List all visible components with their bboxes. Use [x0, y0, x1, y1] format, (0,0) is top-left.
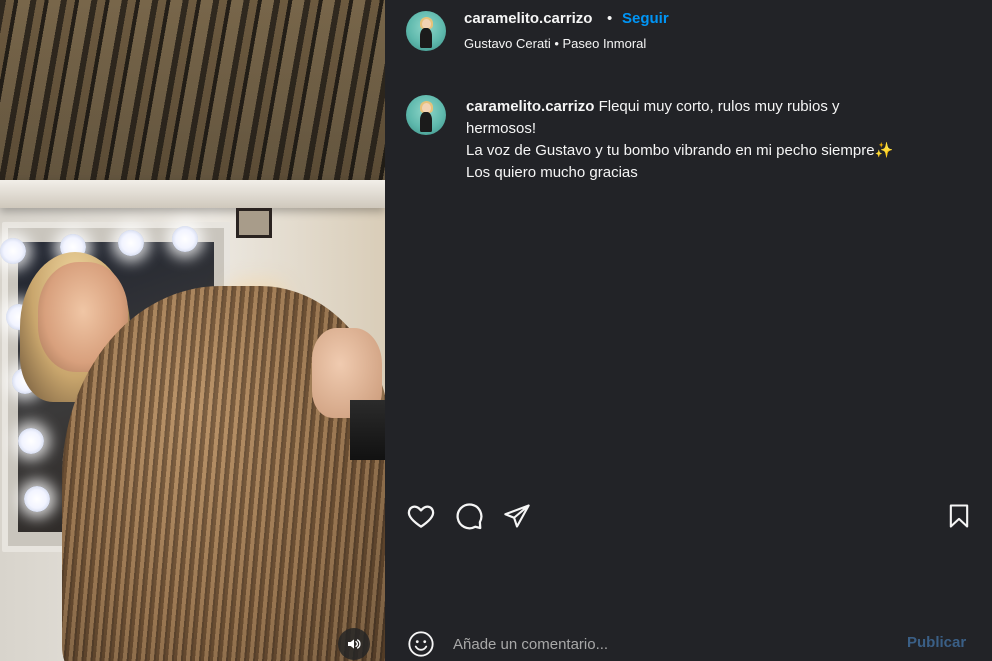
caption-username[interactable]: caramelito.carrizo — [466, 98, 594, 115]
header-username[interactable]: caramelito.carrizo — [464, 10, 592, 27]
mirror-bulb — [0, 238, 26, 264]
action-bar — [385, 496, 992, 536]
heart-icon — [407, 505, 435, 528]
volume-button[interactable] — [338, 628, 370, 660]
caption-text: caramelito.carrizo Flequi muy corto, rul… — [466, 96, 966, 184]
post-media[interactable] — [0, 0, 385, 661]
post-side-panel: caramelito.carrizo • Seguir Gustavo Cera… — [385, 0, 992, 661]
emoji-button[interactable] — [405, 628, 437, 660]
caption-line: Flequi muy corto, rulos muy rubios y — [598, 98, 840, 115]
audio-link[interactable]: Gustavo Cerati • Paseo Inmoral — [464, 36, 646, 51]
follow-button[interactable]: Seguir — [622, 10, 669, 27]
emoji-icon — [408, 631, 434, 657]
comment-bar: Publicar — [385, 624, 992, 661]
mirror-bulb — [24, 486, 50, 512]
comment-icon — [456, 503, 483, 530]
separator-dot: • — [607, 10, 613, 27]
avatar[interactable] — [406, 11, 446, 51]
picture-frame — [236, 208, 272, 238]
save-button[interactable] — [943, 500, 975, 532]
mirror-bulb — [118, 230, 144, 256]
mirror-bulb — [172, 226, 198, 252]
person-sleeve — [350, 400, 385, 460]
publish-button[interactable]: Publicar — [907, 634, 966, 651]
share-button[interactable] — [501, 500, 533, 532]
post-header: caramelito.carrizo • Seguir Gustavo Cera… — [385, 0, 992, 62]
avatar[interactable] — [406, 95, 446, 135]
bookmark-icon — [949, 504, 969, 528]
shelf — [0, 180, 385, 208]
caption-line: La voz de Gustavo y tu bombo vibrando en… — [466, 142, 894, 159]
comment-input[interactable] — [453, 630, 873, 658]
painted-ceiling — [0, 0, 385, 190]
send-icon — [504, 504, 530, 528]
caption-line: Los quiero mucho gracias — [466, 164, 638, 181]
volume-icon — [348, 639, 361, 649]
comment-button[interactable] — [453, 500, 485, 532]
like-button[interactable] — [405, 500, 437, 532]
mirror-bulb — [18, 428, 44, 454]
caption-line: hermosos! — [466, 120, 537, 137]
